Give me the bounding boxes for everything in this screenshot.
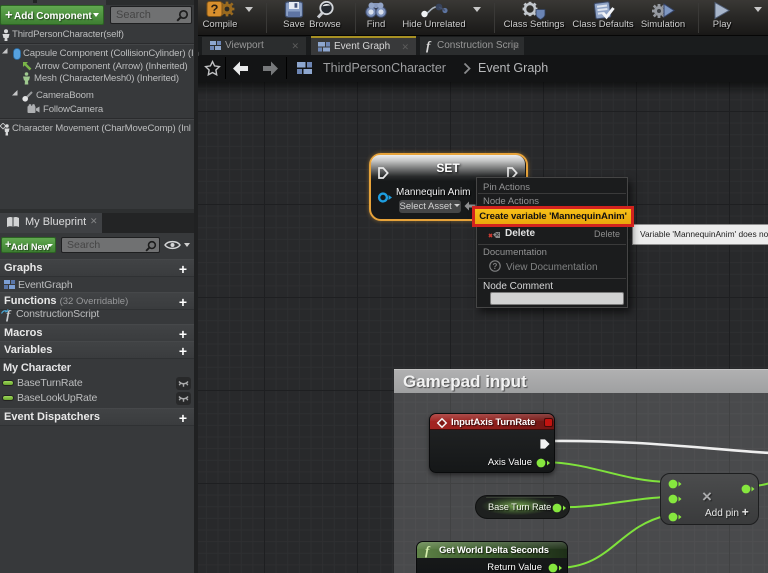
svg-text:?: ?	[211, 2, 219, 17]
svg-text:?: ?	[493, 262, 498, 271]
